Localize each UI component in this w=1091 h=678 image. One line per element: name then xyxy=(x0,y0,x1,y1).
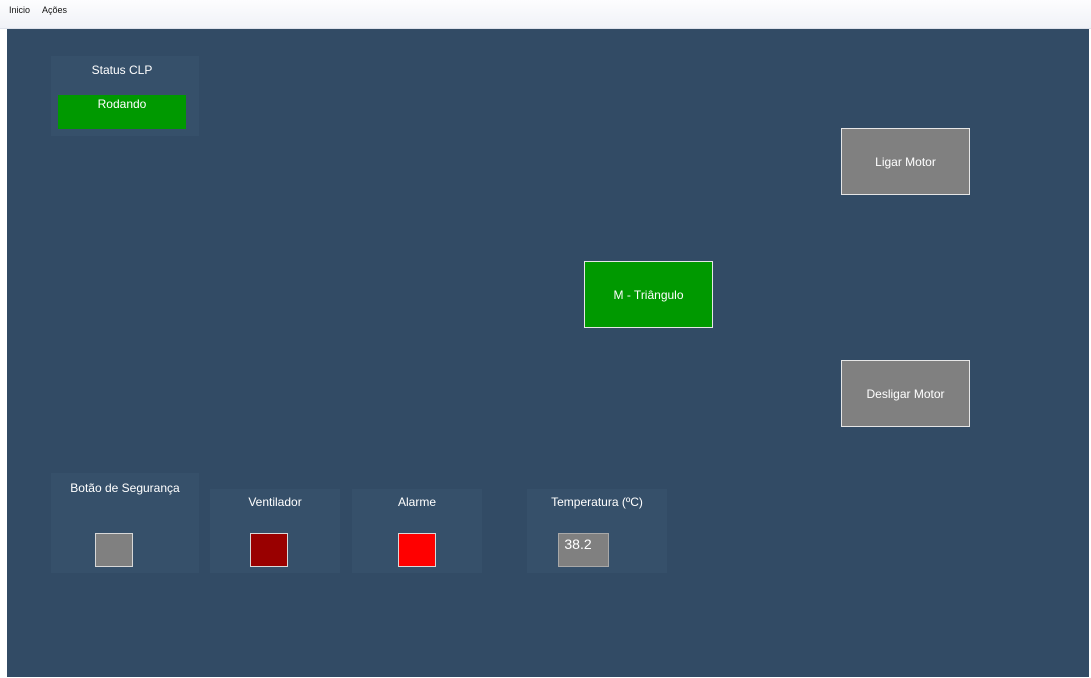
hmi-window: Inicio Ações Status CLP Rodando M - Triâ… xyxy=(0,0,1091,678)
motor-mode-indicator: M - Triângulo xyxy=(584,261,713,328)
seguranca-label: Botão de Segurança xyxy=(70,481,180,495)
alarme-indicator xyxy=(398,533,436,567)
menu-acoes[interactable]: Ações xyxy=(42,5,67,15)
temperatura-label: Temperatura (ºC) xyxy=(551,495,643,509)
seguranca-indicator[interactable] xyxy=(95,533,133,567)
status-clp-value: Rodando xyxy=(97,97,147,111)
alarme-label: Alarme xyxy=(397,495,436,509)
menu-inicio[interactable]: Inicio xyxy=(9,5,30,15)
ligar-motor-button[interactable]: Ligar Motor xyxy=(841,128,970,195)
temperatura-display: 38.2 xyxy=(558,533,609,567)
desligar-motor-button[interactable]: Desligar Motor xyxy=(841,360,970,427)
ventilador-label: Ventilador xyxy=(248,495,302,509)
main-panel: Status CLP Rodando M - Triângulo Ligar M… xyxy=(7,29,1089,677)
menu-bar: Inicio Ações xyxy=(0,0,1091,29)
ventilador-indicator xyxy=(250,533,288,567)
status-clp-badge: Rodando xyxy=(58,95,186,129)
status-clp-title: Status CLP xyxy=(91,63,153,77)
temperatura-value: 38.2 xyxy=(564,536,592,552)
